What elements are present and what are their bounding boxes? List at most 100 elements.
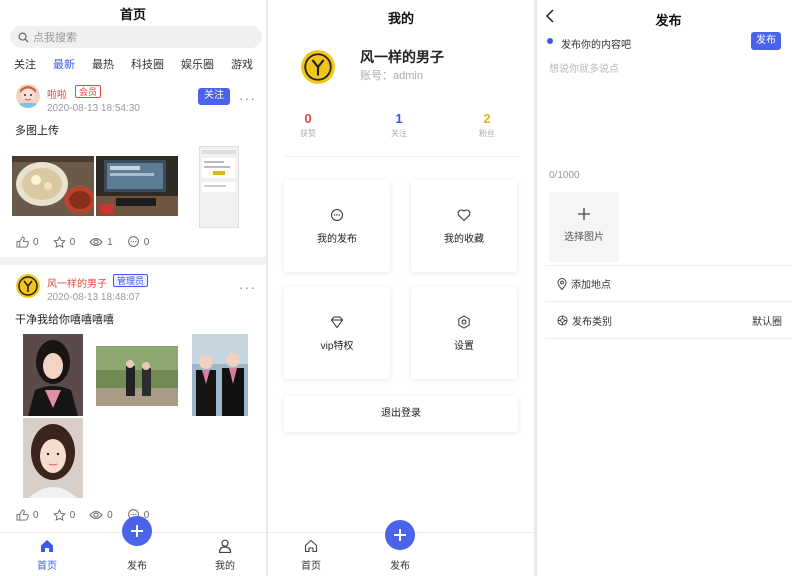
eye-icon bbox=[89, 511, 103, 519]
publish-fab-button[interactable] bbox=[122, 516, 152, 546]
profile-account: 账号：admin bbox=[360, 70, 423, 82]
thumbs-up-icon bbox=[16, 509, 29, 521]
post-image-graduates[interactable] bbox=[192, 334, 248, 416]
post-image-couple[interactable] bbox=[96, 346, 178, 406]
card-favorites[interactable]: 我的收藏 bbox=[411, 180, 517, 272]
add-location-row[interactable]: 添加地点 bbox=[545, 266, 792, 302]
stat-following-label: 关注 bbox=[391, 129, 407, 138]
search-placeholder: 点我搜索 bbox=[33, 32, 77, 44]
star-icon bbox=[52, 236, 66, 248]
tab-entertainment[interactable]: 娱乐圈 bbox=[181, 56, 214, 76]
post-username[interactable]: 啦啦 bbox=[47, 86, 67, 101]
profile-avatar[interactable] bbox=[301, 50, 335, 84]
like-count: 0 bbox=[33, 236, 39, 248]
like-button[interactable]: 0 bbox=[16, 236, 39, 248]
more-icon[interactable]: ··· bbox=[239, 91, 256, 105]
post-time: 2020-08-13 18:48:07 bbox=[47, 292, 140, 303]
tab-tech[interactable]: 科技圈 bbox=[131, 56, 164, 76]
gear-icon bbox=[458, 315, 470, 329]
home-icon bbox=[304, 539, 318, 553]
content-textarea[interactable]: 想说你就多说点 bbox=[549, 60, 789, 164]
add-location-label: 添加地点 bbox=[571, 280, 611, 291]
thumbs-up-icon bbox=[16, 236, 29, 248]
card-my-posts-label: 我的发布 bbox=[317, 234, 357, 245]
add-image-button[interactable]: 选择图片 bbox=[549, 192, 619, 262]
heart-icon bbox=[457, 209, 471, 222]
star-button[interactable]: 0 bbox=[52, 236, 75, 248]
view-count: 0 bbox=[107, 509, 113, 521]
mine-screen: 我的 风一样的男子 账号：admin 0 获赞 1 关注 2 粉丝 我的发布 我… bbox=[268, 0, 534, 576]
category-tabs: 关注 最新 最热 科技圈 娱乐圈 游戏 bbox=[0, 56, 266, 76]
post-image-screenshot[interactable] bbox=[199, 146, 239, 228]
tabbar-home-label: 首页 bbox=[301, 561, 321, 572]
card-vip-label: vip特权 bbox=[320, 341, 354, 352]
plus-icon bbox=[578, 208, 590, 220]
page-title: 发布 bbox=[655, 13, 682, 28]
tabbar-mine-label: 我的 bbox=[215, 561, 235, 572]
plus-icon bbox=[394, 529, 406, 541]
stat-likes-label: 获赞 bbox=[300, 129, 316, 138]
home-screen: 首页 点我搜索 关注 最新 最热 科技圈 娱乐圈 游戏 啦啦 会员 2020-0… bbox=[0, 0, 266, 576]
char-counter: 0/1000 bbox=[549, 170, 580, 181]
post-image-food[interactable] bbox=[12, 156, 94, 216]
stat-following[interactable]: 1 关注 bbox=[379, 111, 419, 139]
avatar[interactable] bbox=[16, 84, 40, 108]
star-icon bbox=[52, 509, 66, 521]
tab-follow[interactable]: 关注 bbox=[14, 56, 36, 76]
post-text: 多图上传 bbox=[15, 125, 59, 137]
post-image-selfie[interactable] bbox=[23, 418, 83, 498]
tabbar-publish-label: 发布 bbox=[390, 561, 410, 572]
add-image-label: 选择图片 bbox=[564, 232, 604, 243]
tab-hot[interactable]: 最热 bbox=[92, 56, 114, 76]
post-username[interactable]: 风一样的男子 bbox=[47, 275, 107, 290]
tabbar-publish-label: 发布 bbox=[127, 561, 147, 572]
star-button[interactable]: 0 bbox=[52, 509, 76, 521]
stat-fans-label: 粉丝 bbox=[479, 129, 495, 138]
post-text: 干净我给你嘻嘻嘻嘻 bbox=[15, 314, 114, 326]
stat-fans-value: 2 bbox=[483, 111, 491, 126]
search-icon bbox=[18, 32, 29, 43]
comment-count: 0 bbox=[143, 236, 150, 248]
publish-fab-button[interactable] bbox=[385, 520, 415, 550]
more-icon[interactable]: ··· bbox=[239, 280, 256, 294]
admin-badge: 管理员 bbox=[113, 274, 149, 287]
tab-latest[interactable]: 最新 bbox=[53, 56, 75, 76]
tabbar-mine[interactable]: 我的 bbox=[200, 539, 250, 572]
card-vip[interactable]: vip特权 bbox=[284, 287, 390, 379]
category-value: 默认圈 bbox=[752, 317, 782, 328]
card-settings-label: 设置 bbox=[454, 341, 474, 352]
post-time: 2020-08-13 18:54:30 bbox=[47, 103, 140, 114]
card-settings[interactable]: 设置 bbox=[411, 287, 517, 379]
chat-bubble-icon bbox=[331, 209, 343, 221]
card-my-posts[interactable]: 我的发布 bbox=[284, 180, 390, 272]
stat-likes[interactable]: 0 获赞 bbox=[288, 111, 328, 139]
post-image-desk[interactable] bbox=[96, 156, 178, 216]
post-image-graduate-1[interactable] bbox=[23, 334, 83, 416]
follow-button[interactable]: 关注 bbox=[198, 88, 230, 105]
stat-fans[interactable]: 2 粉丝 bbox=[467, 111, 507, 139]
stat-likes-value: 0 bbox=[304, 111, 312, 126]
bullet-dot bbox=[547, 38, 553, 44]
home-icon bbox=[41, 540, 53, 552]
category-icon bbox=[557, 315, 568, 326]
publish-button[interactable]: 发布 bbox=[751, 32, 781, 50]
logout-button[interactable]: 退出登录 bbox=[284, 396, 518, 432]
eye-icon bbox=[89, 238, 103, 246]
tabbar-home-label: 首页 bbox=[37, 561, 57, 572]
comment-button[interactable]: 0 bbox=[127, 236, 150, 248]
tabbar-publish[interactable]: 发布 bbox=[375, 557, 425, 572]
tabbar-home[interactable]: 首页 bbox=[286, 539, 336, 572]
tabbar-publish[interactable]: 发布 bbox=[112, 557, 162, 572]
like-button[interactable]: 0 bbox=[16, 509, 39, 521]
member-badge: 会员 bbox=[75, 85, 102, 98]
plus-icon bbox=[131, 525, 143, 537]
tab-games[interactable]: 游戏 bbox=[231, 56, 253, 76]
search-input[interactable]: 点我搜索 bbox=[10, 26, 262, 48]
category-row[interactable]: 发布类别 默认圈 bbox=[545, 303, 792, 339]
avatar[interactable] bbox=[16, 274, 40, 298]
publish-screen: 发布 发布你的内容吧 发布 想说你就多说点 0/1000 选择图片 添加地点 发… bbox=[537, 0, 800, 576]
star-count: 0 bbox=[69, 509, 76, 521]
page-title: 首页 bbox=[119, 7, 146, 22]
tabbar-home[interactable]: 首页 bbox=[22, 539, 72, 572]
location-pin-icon bbox=[557, 277, 567, 290]
